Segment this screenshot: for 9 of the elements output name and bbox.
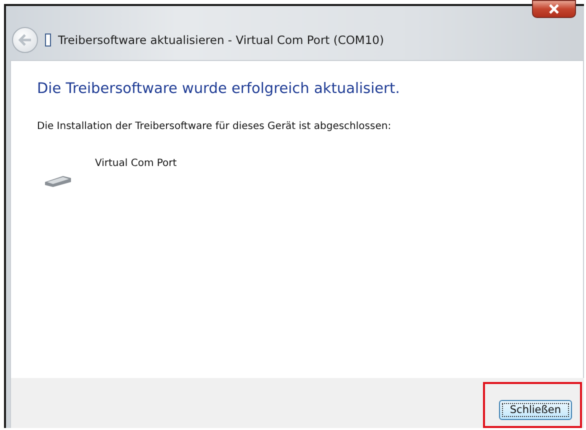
device-icon — [44, 33, 52, 47]
status-message: Die Installation der Treibersoftware für dieses Gerät ist abgeschlossen: — [37, 121, 392, 132]
success-heading: Die Treibersoftware wurde erfolgreich aktualisiert. — [37, 81, 401, 97]
window-title: Treibersoftware aktualisieren - Virtual Com Port (COM10) — [58, 33, 384, 47]
device-name: Virtual Com Port — [95, 158, 177, 169]
close-dialog-button[interactable]: Schließen — [498, 400, 572, 420]
close-icon — [548, 4, 560, 14]
close-button[interactable] — [532, 0, 576, 18]
back-arrow-icon — [18, 34, 32, 46]
